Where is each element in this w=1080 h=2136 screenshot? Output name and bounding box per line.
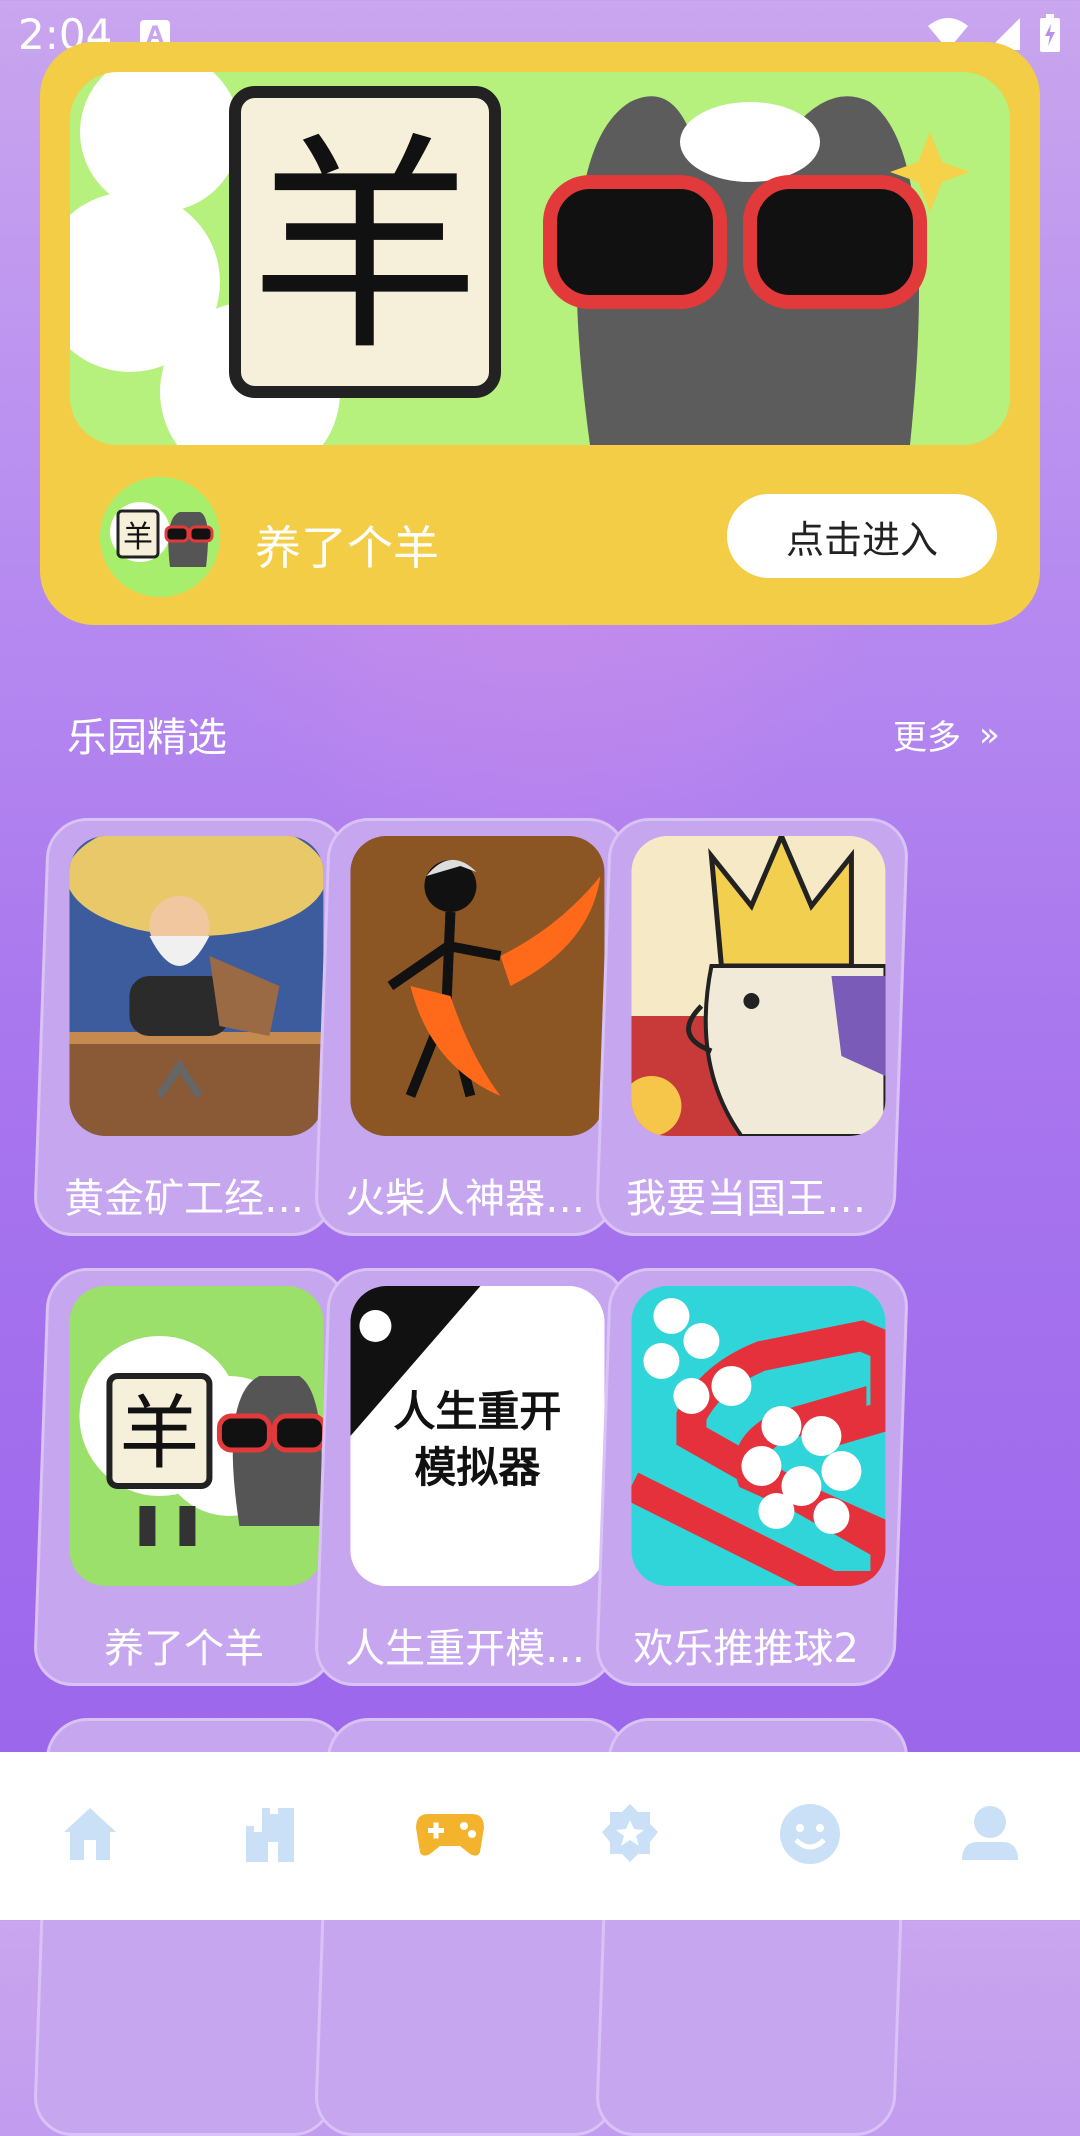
sheep-game-art: 羊 <box>69 1286 324 1586</box>
person-icon <box>962 1806 1018 1860</box>
nav-star[interactable] <box>570 1774 690 1894</box>
bottom-nav <box>0 1752 1080 1920</box>
double-chevron-right-icon: » <box>979 714 1000 755</box>
nav-smiley[interactable] <box>750 1774 870 1894</box>
nav-castle[interactable] <box>210 1774 330 1894</box>
game-card[interactable]: 欢乐推推球2 <box>594 1268 910 1686</box>
nav-home[interactable] <box>30 1774 150 1894</box>
castle-icon <box>246 1808 294 1862</box>
king-art <box>631 836 886 1136</box>
stickman-art <box>350 836 605 1136</box>
home-icon <box>64 1808 116 1860</box>
section-title: 乐园精选 <box>67 715 227 761</box>
nav-games[interactable] <box>390 1774 510 1894</box>
game-thumb <box>69 836 324 1136</box>
more-label: 更多 <box>893 718 961 758</box>
svg-text:羊: 羊 <box>119 1387 199 1480</box>
svg-text:羊: 羊 <box>250 115 480 382</box>
enter-button[interactable]: 点击进入 <box>727 494 997 578</box>
more-link[interactable]: 更多 » <box>893 710 1000 759</box>
game-card[interactable]: 羊 养了个羊 <box>32 1268 348 1686</box>
svg-text:羊: 羊 <box>123 520 153 555</box>
nav-profile[interactable] <box>930 1774 1050 1894</box>
gamepad-icon <box>416 1814 484 1856</box>
push-ball-art <box>631 1286 886 1586</box>
game-card[interactable]: 火柴人神器… <box>313 818 629 1236</box>
battery-icon <box>1040 14 1060 52</box>
featured-banner[interactable]: 羊 <box>70 72 1010 445</box>
star-badge-icon <box>602 1804 658 1862</box>
game-thumb <box>350 836 605 1136</box>
svg-text:模拟器: 模拟器 <box>414 1443 541 1492</box>
game-name: 黄金矿工经… <box>64 1176 305 1222</box>
game-thumb <box>631 1286 886 1586</box>
game-card[interactable]: 黄金矿工经… <box>32 818 348 1236</box>
game-card[interactable]: 人生重开 模拟器 人生重开模… <box>313 1268 629 1686</box>
featured-title: 养了个羊 <box>255 521 439 575</box>
svg-text:人生重开: 人生重开 <box>393 1387 561 1436</box>
featured-card[interactable]: 羊 羊 养了个羊 点击进入 <box>40 42 1040 625</box>
game-thumb: 人生重开 模拟器 <box>350 1286 605 1586</box>
sheep-app-icon: 羊 <box>100 477 220 597</box>
game-name: 人生重开模… <box>345 1626 586 1672</box>
game-name: 我要当国王… <box>626 1176 867 1222</box>
game-name: 养了个羊 <box>104 1626 265 1672</box>
game-name: 火柴人神器… <box>345 1176 586 1222</box>
game-thumb: 羊 <box>69 1286 324 1586</box>
life-restart-art: 人生重开 模拟器 <box>350 1286 605 1586</box>
game-thumb <box>631 836 886 1136</box>
game-name: 欢乐推推球2 <box>633 1626 859 1672</box>
featured-app-icon[interactable]: 羊 <box>100 477 220 597</box>
smiley-icon <box>780 1804 840 1864</box>
gold-miner-art <box>69 836 324 1136</box>
featured-banner-art: 羊 <box>70 72 1010 445</box>
game-card[interactable]: 我要当国王… <box>594 818 910 1236</box>
